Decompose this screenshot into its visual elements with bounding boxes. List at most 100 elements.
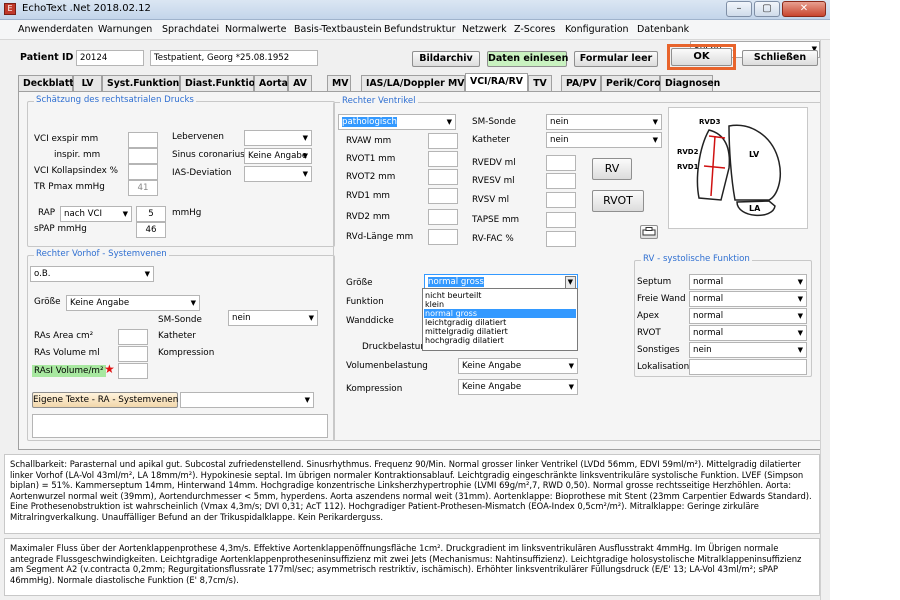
rvd2-field[interactable] — [428, 209, 458, 225]
tab-pa-pv[interactable]: PA/PV — [561, 75, 601, 92]
rvd-laenge-label: RVd-Länge mm — [346, 232, 414, 242]
rvot1-field[interactable] — [428, 151, 458, 167]
tab-ias-la-doppler-mv[interactable]: IAS/LA/Doppler MV — [361, 75, 465, 92]
patient-id-field[interactable]: 20124 — [76, 50, 144, 66]
patient-name-field[interactable]: Testpatient, Georg *25.08.1952 — [150, 50, 318, 66]
tab-perik-coro[interactable]: Perik/Coro — [601, 75, 661, 92]
rvot2-field[interactable] — [428, 169, 458, 185]
ra-sm-sonde-select[interactable]: nein ▼ — [228, 310, 318, 326]
sonstiges-select[interactable]: nein ▼ — [689, 342, 807, 358]
ra-notes-field[interactable] — [32, 414, 328, 438]
tab-tv[interactable]: TV — [528, 75, 552, 92]
rvsv-field[interactable] — [546, 192, 576, 208]
rv-katheter-select[interactable]: nein ▼ — [546, 132, 662, 148]
close-window-button[interactable]: ✕ — [782, 1, 826, 17]
dropdown-option-selected[interactable]: normal gross — [424, 309, 576, 318]
rv-function-title: RV - systolische Funktion — [641, 254, 752, 264]
menu-befundstruktur[interactable]: Befundstruktur — [384, 24, 456, 35]
vertical-scrollbar[interactable] — [820, 40, 830, 600]
dropdown-option[interactable]: mittelgradig dilatiert — [424, 327, 576, 336]
rv-fac-field[interactable] — [546, 231, 576, 247]
tab-diagnosen[interactable]: Diagnosen — [660, 75, 720, 92]
septum-select[interactable]: normal ▼ — [689, 274, 807, 290]
tab-av[interactable]: AV — [288, 75, 312, 92]
lokalisation-field[interactable] — [689, 359, 807, 375]
rvedv-field[interactable] — [546, 155, 576, 171]
ra-status-value: o.B. — [34, 269, 51, 279]
report-text-2[interactable]: Maximaler Fluss über der Aortenklappenpr… — [4, 538, 820, 596]
chevron-down-icon: ▼ — [144, 270, 150, 278]
ias-deviation-select[interactable]: ▼ — [244, 166, 312, 182]
dropdown-option[interactable]: leichtgradig dilatiert — [424, 318, 576, 327]
tr-pmax-field[interactable]: 41 — [128, 180, 158, 196]
rvot-button[interactable]: RVOT — [592, 190, 644, 212]
rv-kompression-label: Kompression — [346, 384, 403, 394]
ras-area-field[interactable] — [118, 329, 148, 345]
ras-volume-field[interactable] — [118, 346, 148, 362]
minimize-button[interactable]: – — [726, 1, 752, 17]
rv-status-select[interactable]: pathologisch ▼ — [338, 114, 456, 130]
rvot-function-select[interactable]: normal ▼ — [689, 325, 807, 341]
tab-lv[interactable]: LV — [73, 75, 102, 92]
menu-normalwerte[interactable]: Normalwerte — [225, 24, 286, 35]
menu-basis-textbaustein[interactable]: Basis-Textbaustein — [294, 24, 382, 35]
rvd1-field[interactable] — [428, 188, 458, 204]
ras-area-label: RAs Area cm² — [34, 331, 94, 341]
menu-warnungen[interactable]: Warnungen — [98, 24, 152, 35]
menu-datenbank[interactable]: Datenbank — [637, 24, 689, 35]
eigene-texte-button[interactable]: Eigene Texte - RA - Systemvenen — [32, 392, 178, 408]
ra-status-select[interactable]: o.B. ▼ — [30, 266, 154, 282]
rvd-laenge-field[interactable] — [428, 229, 458, 245]
sinus-coronarius-select[interactable]: Keine Angabe ▼ — [244, 148, 312, 164]
eigene-texte-select[interactable]: ▼ — [180, 392, 314, 408]
apex-label: Apex — [637, 311, 660, 321]
dropdown-option[interactable]: hochgradig dilatiert — [424, 336, 576, 345]
rvd1-label: RVD1 mm — [346, 191, 390, 201]
menu-z-scores[interactable]: Z-Scores — [514, 24, 555, 35]
vci-inspir-label: inspir. mm — [54, 150, 101, 160]
formular-leer-button[interactable]: Formular leer — [574, 51, 658, 67]
vci-exspir-field[interactable] — [128, 132, 158, 148]
rvesv-field[interactable] — [546, 173, 576, 189]
dropdown-option[interactable]: klein — [424, 300, 576, 309]
rv-button[interactable]: RV — [592, 158, 632, 180]
tab-aorta[interactable]: Aorta — [254, 75, 288, 92]
apex-select[interactable]: normal ▼ — [689, 308, 807, 324]
report-text-1[interactable]: Schallbarkeit: Parasternal und apikal gu… — [4, 454, 820, 534]
rasi-volume-field[interactable] — [118, 363, 148, 379]
vci-inspir-field[interactable] — [128, 148, 158, 164]
tab-deckblatt[interactable]: Deckblatt — [18, 75, 74, 92]
bildarchiv-button[interactable]: Bildarchiv — [412, 51, 480, 67]
ok-button[interactable]: OK — [671, 48, 732, 66]
maximize-button[interactable]: ▢ — [754, 1, 780, 17]
rvaw-field[interactable] — [428, 133, 458, 149]
tab-syst-funktion[interactable]: Syst.Funktion — [102, 75, 180, 92]
tab-mv[interactable]: MV — [327, 75, 351, 92]
rv-sm-sonde-select[interactable]: nein ▼ — [546, 114, 662, 130]
rap-method-select[interactable]: nach VCI ▼ — [60, 206, 132, 222]
rv-kompression-select[interactable]: Keine Angabe ▼ — [458, 379, 578, 395]
daten-einlesen-button[interactable]: Daten einlesen — [487, 51, 568, 67]
menu-konfiguration[interactable]: Konfiguration — [565, 24, 629, 35]
chevron-down-icon: ▼ — [568, 383, 574, 391]
menu-netzwerk[interactable]: Netzwerk — [462, 24, 507, 35]
freie-wand-select[interactable]: normal ▼ — [689, 291, 807, 307]
print-button[interactable] — [640, 225, 658, 239]
lebervenen-select[interactable]: ▼ — [244, 130, 312, 146]
freie-wand-value: normal — [693, 294, 724, 304]
tapse-field[interactable] — [546, 212, 576, 228]
septum-value: normal — [693, 277, 724, 287]
ra-groesse-select[interactable]: Keine Angabe ▼ — [66, 295, 200, 311]
menu-sprachdatei[interactable]: Sprachdatei — [162, 24, 219, 35]
schliessen-button[interactable]: Schließen — [742, 50, 818, 66]
dropdown-option[interactable]: nicht beurteilt — [424, 291, 576, 300]
vci-kollaps-field[interactable] — [128, 164, 158, 180]
ras-volume-label: RAs Volume ml — [34, 348, 100, 358]
menu-anwenderdaten[interactable]: Anwenderdaten — [18, 24, 93, 35]
rap-value-field[interactable]: 5 — [136, 206, 166, 222]
tab-diast-funktion[interactable]: Diast.Funktion — [180, 75, 262, 92]
chevron-down-icon: ▼ — [190, 299, 196, 307]
tab-vci-ra-rv[interactable]: VCI/RA/RV — [465, 73, 528, 93]
spap-field[interactable]: 46 — [136, 222, 166, 238]
rv-volumenbelastung-select[interactable]: Keine Angabe ▼ — [458, 358, 578, 374]
